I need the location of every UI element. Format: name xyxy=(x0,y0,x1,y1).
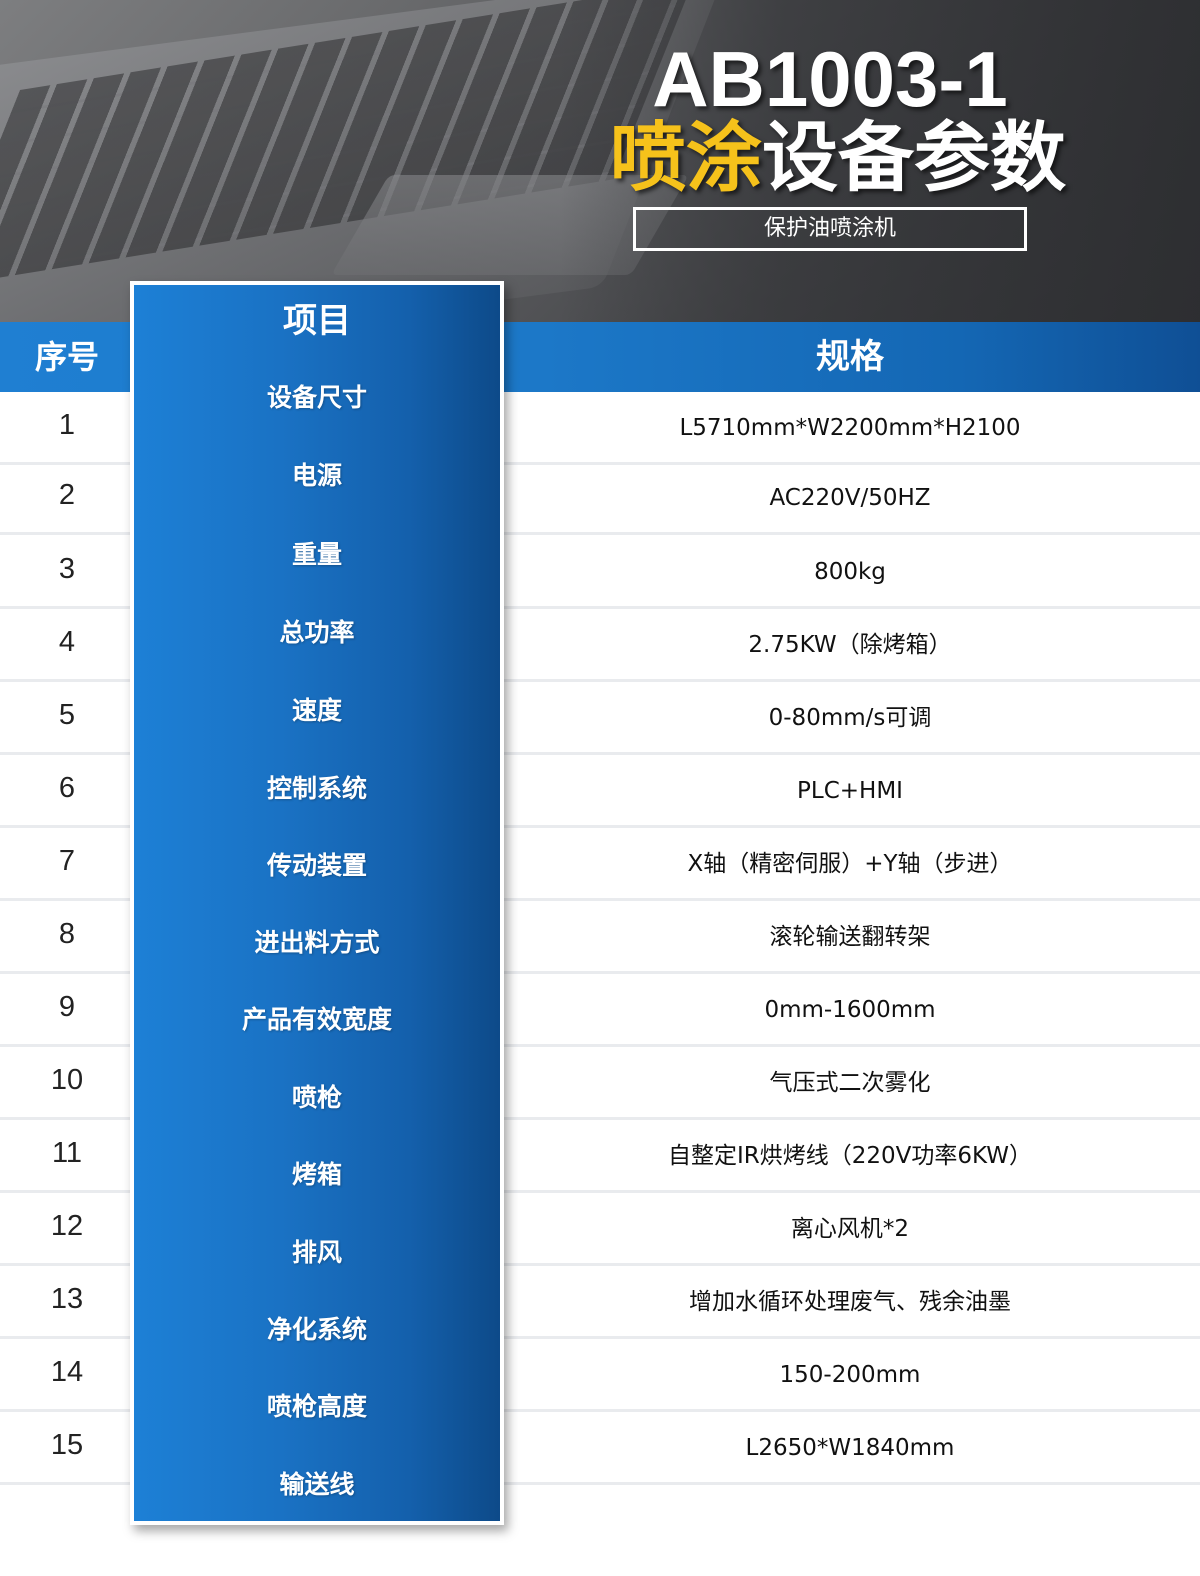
row-spec: 0mm-1600mm xyxy=(764,997,936,1023)
subtitle-box: 保护油喷涂机 xyxy=(633,207,1027,251)
row-item: 设备尺寸 xyxy=(266,383,367,412)
column-header-seq: 序号 xyxy=(34,338,99,376)
row-number: 4 xyxy=(58,626,76,658)
row-number: 6 xyxy=(58,772,76,804)
row-item: 输送线 xyxy=(279,1470,355,1499)
row-spec: 自整定IR烘烤线（220V功率6KW） xyxy=(667,1143,1033,1169)
row-number: 8 xyxy=(58,918,76,950)
row-item: 控制系统 xyxy=(266,774,367,803)
row-number: 10 xyxy=(50,1064,84,1096)
row-number: 1 xyxy=(58,409,76,441)
row-spec: 滚轮输送翻转架 xyxy=(769,924,931,950)
row-spec: 离心风机*2 xyxy=(790,1216,910,1242)
column-header-item: 项目 xyxy=(283,301,351,341)
row-number: 13 xyxy=(50,1283,84,1315)
row-item: 电源 xyxy=(291,461,342,490)
row-spec: X轴（精密伺服）+Y轴（步进） xyxy=(687,851,1013,877)
title-highlight: 喷涂 xyxy=(610,113,762,202)
row-item: 重量 xyxy=(291,540,342,569)
row-number: 12 xyxy=(50,1210,84,1242)
row-item: 喷枪 xyxy=(291,1083,342,1112)
title-rest: 设备参数 xyxy=(762,113,1066,202)
row-number: 11 xyxy=(51,1137,83,1169)
row-spec: 800kg xyxy=(814,559,886,585)
row-item: 总功率 xyxy=(279,618,355,647)
row-number: 15 xyxy=(50,1429,84,1461)
row-item: 速度 xyxy=(291,696,342,725)
row-number: 9 xyxy=(58,991,76,1023)
row-spec: L5710mm*W2200mm*H2100 xyxy=(679,415,1021,441)
row-spec: 气压式二次雾化 xyxy=(769,1070,931,1096)
row-spec: 2.75KW（除烤箱） xyxy=(748,632,952,658)
row-item: 烤箱 xyxy=(291,1160,342,1189)
row-spec: PLC+HMI xyxy=(797,778,903,804)
page-title: 喷涂设备参数 xyxy=(610,118,1066,198)
row-item: 传动装置 xyxy=(266,851,367,880)
row-item: 进出料方式 xyxy=(254,928,380,957)
item-column: 项目 设备尺寸电源重量总功率速度控制系统传动装置进出料方式产品有效宽度 喷枪烤箱排… xyxy=(130,281,504,1525)
row-number: 3 xyxy=(58,553,76,585)
row-spec: L2650*W1840mm xyxy=(745,1435,955,1461)
row-spec: 增加水循环处理废气、残余油墨 xyxy=(689,1289,1011,1315)
column-header-spec: 规格 xyxy=(816,337,884,377)
model-number: AB1003-1 xyxy=(652,35,1008,123)
row-item: 净化系统 xyxy=(266,1315,367,1344)
row-spec: 0-80mm/s可调 xyxy=(768,705,932,731)
row-number: 2 xyxy=(58,479,76,511)
row-item: 排风 xyxy=(291,1238,342,1267)
row-spec: AC220V/50HZ xyxy=(769,485,931,511)
row-spec: 150-200mm xyxy=(779,1362,921,1388)
row-item: 喷枪高度 xyxy=(266,1392,367,1421)
row-item: 产品有效宽度 xyxy=(241,1005,392,1034)
row-number: 5 xyxy=(58,699,76,731)
row-number: 14 xyxy=(50,1356,84,1388)
row-number: 7 xyxy=(58,845,76,877)
